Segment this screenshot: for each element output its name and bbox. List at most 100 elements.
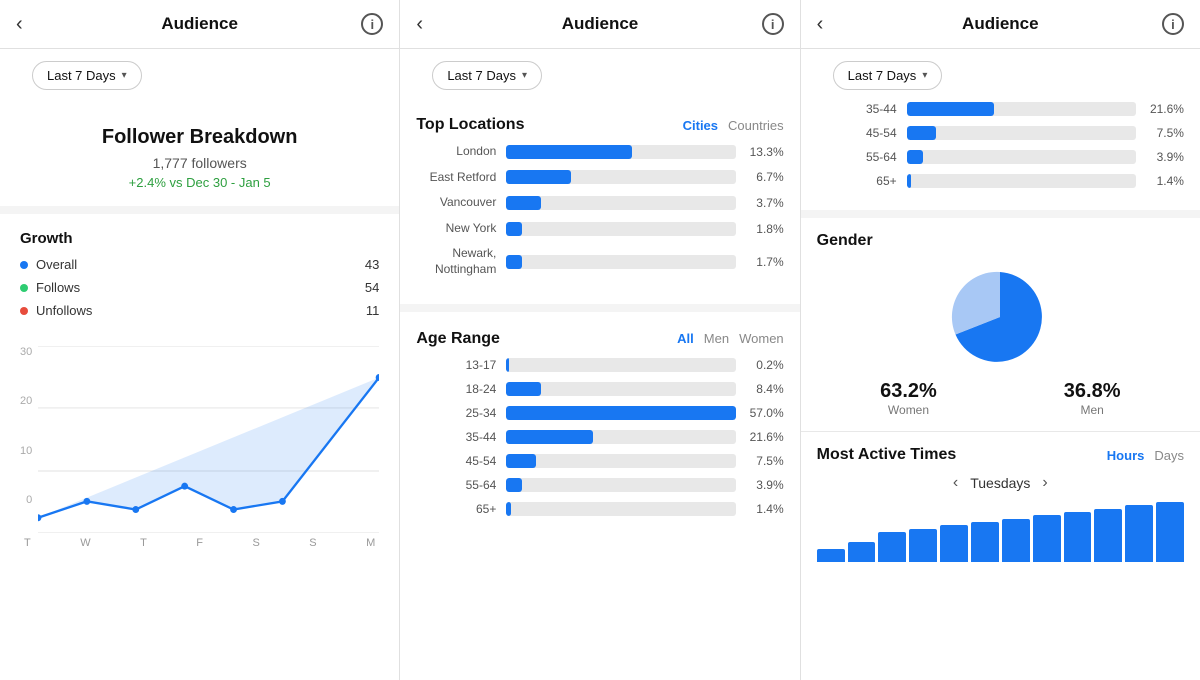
gender-women: 63.2% Women — [880, 380, 937, 417]
back-icon-3[interactable]: ‹ — [817, 13, 824, 36]
locations-bar-list: London 13.3% East Retford 6.7% Vancouver… — [400, 144, 799, 300]
hour-bar — [1033, 515, 1061, 562]
bar-track — [506, 170, 735, 184]
tab-men[interactable]: Men — [704, 331, 729, 346]
list-item: 45-54 7.5% — [416, 454, 783, 468]
bar-label: 35-44 — [416, 430, 496, 444]
tab-all[interactable]: All — [677, 331, 694, 346]
list-item: London 13.3% — [416, 144, 783, 160]
x-label-s1: S — [252, 537, 259, 549]
bar-label: 13-17 — [416, 358, 496, 372]
age-range-header: Age Range All Men Women — [400, 316, 799, 358]
panel-1-title: Audience — [161, 14, 238, 34]
date-dropdown-2[interactable]: Last 7 Days ▾ — [432, 61, 542, 90]
growth-dot — [20, 307, 28, 315]
y-label-10: 10 — [20, 445, 32, 457]
tab-hours[interactable]: Hours — [1107, 448, 1145, 463]
info-icon-2[interactable]: i — [762, 13, 784, 35]
bar-track — [907, 150, 1136, 164]
panel-2-header: ‹ Audience i — [400, 0, 799, 49]
gender-pie-chart — [945, 262, 1055, 372]
bar-track — [506, 430, 735, 444]
prev-arrow[interactable]: ‹ — [953, 474, 958, 492]
y-label-30: 30 — [20, 346, 32, 358]
bar-fill — [506, 196, 540, 210]
list-item: Vancouver 3.7% — [416, 195, 783, 211]
chevron-down-icon-3: ▾ — [922, 70, 927, 81]
list-item: 35-44 21.6% — [817, 102, 1184, 116]
tab-women[interactable]: Women — [739, 331, 784, 346]
bar-track — [506, 406, 735, 420]
back-icon-1[interactable]: ‹ — [16, 13, 23, 36]
active-day: Tuesdays — [970, 475, 1030, 491]
age-range-label: Age Range — [416, 330, 500, 348]
next-arrow[interactable]: › — [1042, 474, 1047, 492]
growth-dot — [20, 284, 28, 292]
bar-pct: 3.9% — [744, 478, 784, 492]
chart-x-labels: T W T F S S M — [20, 537, 379, 549]
women-label: Women — [880, 403, 937, 417]
growth-label: Unfollows — [36, 303, 92, 318]
bar-pct: 3.9% — [1144, 150, 1184, 164]
follower-section: Follower Breakdown 1,777 followers +2.4%… — [0, 102, 399, 214]
bar-track — [506, 358, 735, 372]
list-item: Newark,Nottingham 1.7% — [416, 246, 783, 277]
chart-section: 30 20 10 0 — [0, 334, 399, 565]
age-bar-list: 13-17 0.2% 18-24 8.4% 25-34 57.0% 35-44 … — [400, 358, 799, 538]
growth-row: Follows 54 — [20, 280, 379, 295]
info-icon-1[interactable]: i — [361, 13, 383, 35]
bar-track — [907, 174, 1136, 188]
tab-days[interactable]: Days — [1154, 448, 1184, 463]
hour-bar — [1094, 509, 1122, 562]
bar-label: 25-34 — [416, 406, 496, 420]
bar-pct: 1.7% — [744, 255, 784, 269]
bar-label: 55-64 — [817, 150, 897, 164]
age-tabs: All Men Women — [677, 331, 783, 346]
dropdown-label-1: Last 7 Days — [47, 68, 116, 83]
y-label-20: 20 — [20, 395, 32, 407]
date-dropdown-3[interactable]: Last 7 Days ▾ — [833, 61, 943, 90]
gender-title: Gender — [817, 232, 1184, 250]
x-label-s2: S — [309, 537, 316, 549]
bar-fill — [907, 174, 912, 188]
back-icon-2[interactable]: ‹ — [416, 13, 423, 36]
bar-label: 35-44 — [817, 102, 897, 116]
bar-fill — [907, 150, 923, 164]
list-item: 55-64 3.9% — [416, 478, 783, 492]
x-label-t1: T — [24, 537, 31, 549]
list-item: 35-44 21.6% — [416, 430, 783, 444]
bar-label: 45-54 — [817, 126, 897, 140]
active-times-title: Most Active Times — [817, 446, 957, 464]
y-label-0: 0 — [20, 494, 32, 506]
tab-cities[interactable]: Cities — [683, 118, 718, 133]
x-label-w: W — [80, 537, 90, 549]
panel-3-header: ‹ Audience i — [801, 0, 1200, 49]
info-icon-3[interactable]: i — [1162, 13, 1184, 35]
bar-pct: 3.7% — [744, 196, 784, 210]
growth-value: 43 — [365, 257, 379, 272]
top-locations-label: Top Locations — [416, 116, 524, 134]
bar-fill — [506, 502, 511, 516]
bar-fill — [506, 430, 593, 444]
men-label: Men — [1064, 403, 1121, 417]
tab-countries[interactable]: Countries — [728, 118, 784, 133]
men-pct: 36.8% — [1064, 380, 1121, 403]
bar-track — [506, 145, 735, 159]
bar-label: New York — [416, 221, 496, 237]
panel-1-header: ‹ Audience i — [0, 0, 399, 49]
follower-change: +2.4% vs Dec 30 - Jan 5 — [20, 175, 379, 190]
growth-label: Overall — [36, 257, 77, 272]
panel-1-body: Last 7 Days ▾ Follower Breakdown 1,777 f… — [0, 49, 399, 680]
list-item: East Retford 6.7% — [416, 170, 783, 186]
bar-label: Newark,Nottingham — [416, 246, 496, 277]
date-dropdown-1[interactable]: Last 7 Days ▾ — [32, 61, 142, 90]
growth-row: Unfollows 11 — [20, 303, 379, 318]
bar-track — [907, 126, 1136, 140]
gender-men: 36.8% Men — [1064, 380, 1121, 417]
bar-pct: 21.6% — [744, 430, 784, 444]
hour-bar — [1002, 519, 1030, 562]
bar-track — [506, 382, 735, 396]
panel-2-title: Audience — [562, 14, 639, 34]
growth-label: Follows — [36, 280, 80, 295]
active-times-nav: ‹ Tuesdays › — [817, 474, 1184, 492]
